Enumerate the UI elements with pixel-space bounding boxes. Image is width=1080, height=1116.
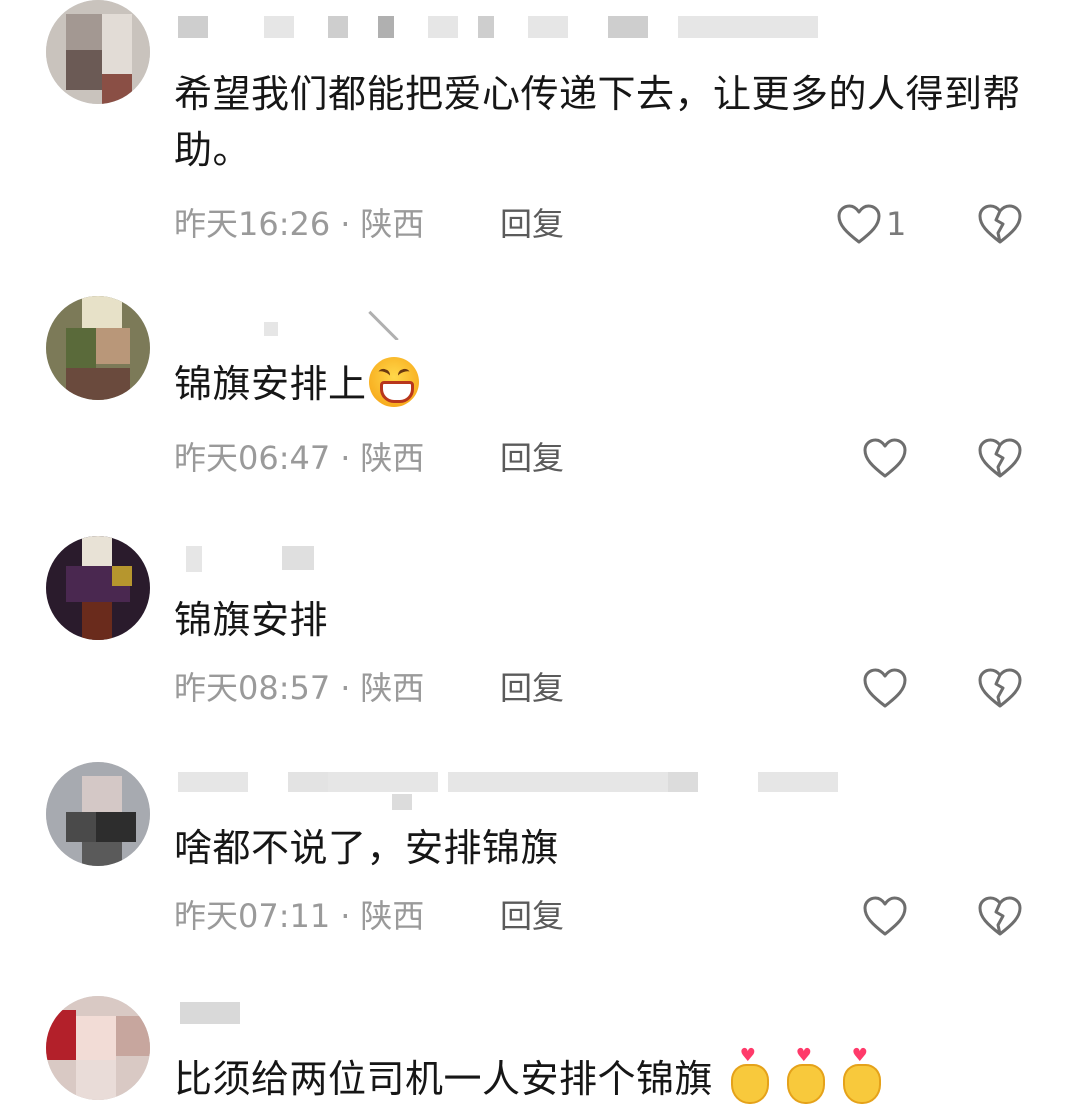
- comment-item: 比须给两位司机一人安排个锦旗 ♥ ♥ ♥: [0, 992, 1080, 1116]
- username-blurred[interactable]: [178, 996, 838, 1036]
- dislike-button[interactable]: [976, 202, 1024, 246]
- comment-item: 锦旗安排上 昨天06:47 · 陕西 回复: [0, 290, 1080, 510]
- comment-text: 锦旗安排上: [174, 356, 1040, 412]
- avatar[interactable]: [46, 536, 150, 640]
- avatar[interactable]: [46, 996, 150, 1100]
- comment-time: 昨天07:11: [174, 897, 331, 935]
- comment-meta: 昨天07:11 · 陕西: [174, 896, 424, 936]
- comment-meta: 昨天16:26 · 陕西: [174, 204, 424, 244]
- like-button[interactable]: [862, 666, 908, 710]
- meta-separator: ·: [340, 205, 351, 243]
- comment-location: 陕西: [360, 669, 425, 707]
- comment-time: 昨天08:57: [174, 669, 331, 707]
- avatar[interactable]: [46, 296, 150, 400]
- comment-location: 陕西: [360, 205, 425, 243]
- like-count: 1: [886, 205, 907, 243]
- heart-outline-icon: [862, 667, 908, 709]
- heart-hands-icon: ♥: [727, 1047, 770, 1104]
- comment-meta: 昨天06:47 · 陕西: [174, 438, 424, 478]
- avatar[interactable]: [46, 0, 150, 104]
- username-blurred[interactable]: [178, 540, 838, 580]
- comment-text: 锦旗安排: [174, 598, 329, 642]
- heart-hands-icon: ♥: [839, 1047, 882, 1104]
- broken-heart-icon: [976, 202, 1024, 246]
- reply-button[interactable]: 回复: [500, 204, 564, 244]
- broken-heart-icon: [976, 894, 1024, 938]
- broken-heart-icon: [976, 666, 1024, 710]
- comment-item: 锦旗安排 昨天08:57 · 陕西 回复: [0, 530, 1080, 740]
- comment-item: 希望我们都能把爱心传递下去，让更多的人得到帮助。 昨天16:26 · 陕西 回复 1: [0, 0, 1080, 270]
- dislike-button[interactable]: [976, 894, 1024, 938]
- comment-meta: 昨天08:57 · 陕西: [174, 668, 424, 708]
- meta-separator: ·: [340, 897, 351, 935]
- comment-text-content: 比须给两位司机一人安排个锦旗: [174, 1057, 714, 1101]
- like-button[interactable]: 1: [836, 202, 906, 246]
- heart-outline-icon: [836, 203, 882, 245]
- like-button[interactable]: [862, 436, 908, 480]
- reply-button[interactable]: 回复: [500, 896, 564, 936]
- comment-location: 陕西: [360, 897, 425, 935]
- grinning-squinting-face-icon: [368, 357, 419, 407]
- comment-item: 啥都不说了，安排锦旗 昨天07:11 · 陕西 回复: [0, 758, 1080, 978]
- comment-text: 希望我们都能把爱心传递下去，让更多的人得到帮助。: [174, 72, 1022, 172]
- username-blurred[interactable]: [178, 766, 838, 816]
- heart-hands-icon: ♥: [783, 1047, 826, 1104]
- meta-separator: ·: [340, 669, 351, 707]
- heart-outline-icon: [862, 437, 908, 479]
- comment-time: 昨天06:47: [174, 439, 331, 477]
- like-button[interactable]: [862, 894, 908, 938]
- dislike-button[interactable]: [976, 666, 1024, 710]
- reply-button[interactable]: 回复: [500, 438, 564, 478]
- reply-button[interactable]: 回复: [500, 668, 564, 708]
- comment-text-content: 锦旗安排上: [174, 362, 367, 406]
- comment-location: 陕西: [360, 439, 425, 477]
- heart-outline-icon: [862, 895, 908, 937]
- comment-time: 昨天16:26: [174, 205, 331, 243]
- username-blurred[interactable]: [178, 300, 838, 340]
- comment-text: 啥都不说了，安排锦旗: [174, 826, 560, 870]
- avatar[interactable]: [46, 762, 150, 866]
- meta-separator: ·: [340, 439, 351, 477]
- username-blurred[interactable]: [178, 10, 838, 50]
- broken-heart-icon: [976, 436, 1024, 480]
- dislike-button[interactable]: [976, 436, 1024, 480]
- comment-text: 比须给两位司机一人安排个锦旗 ♥ ♥ ♥: [174, 1047, 1040, 1107]
